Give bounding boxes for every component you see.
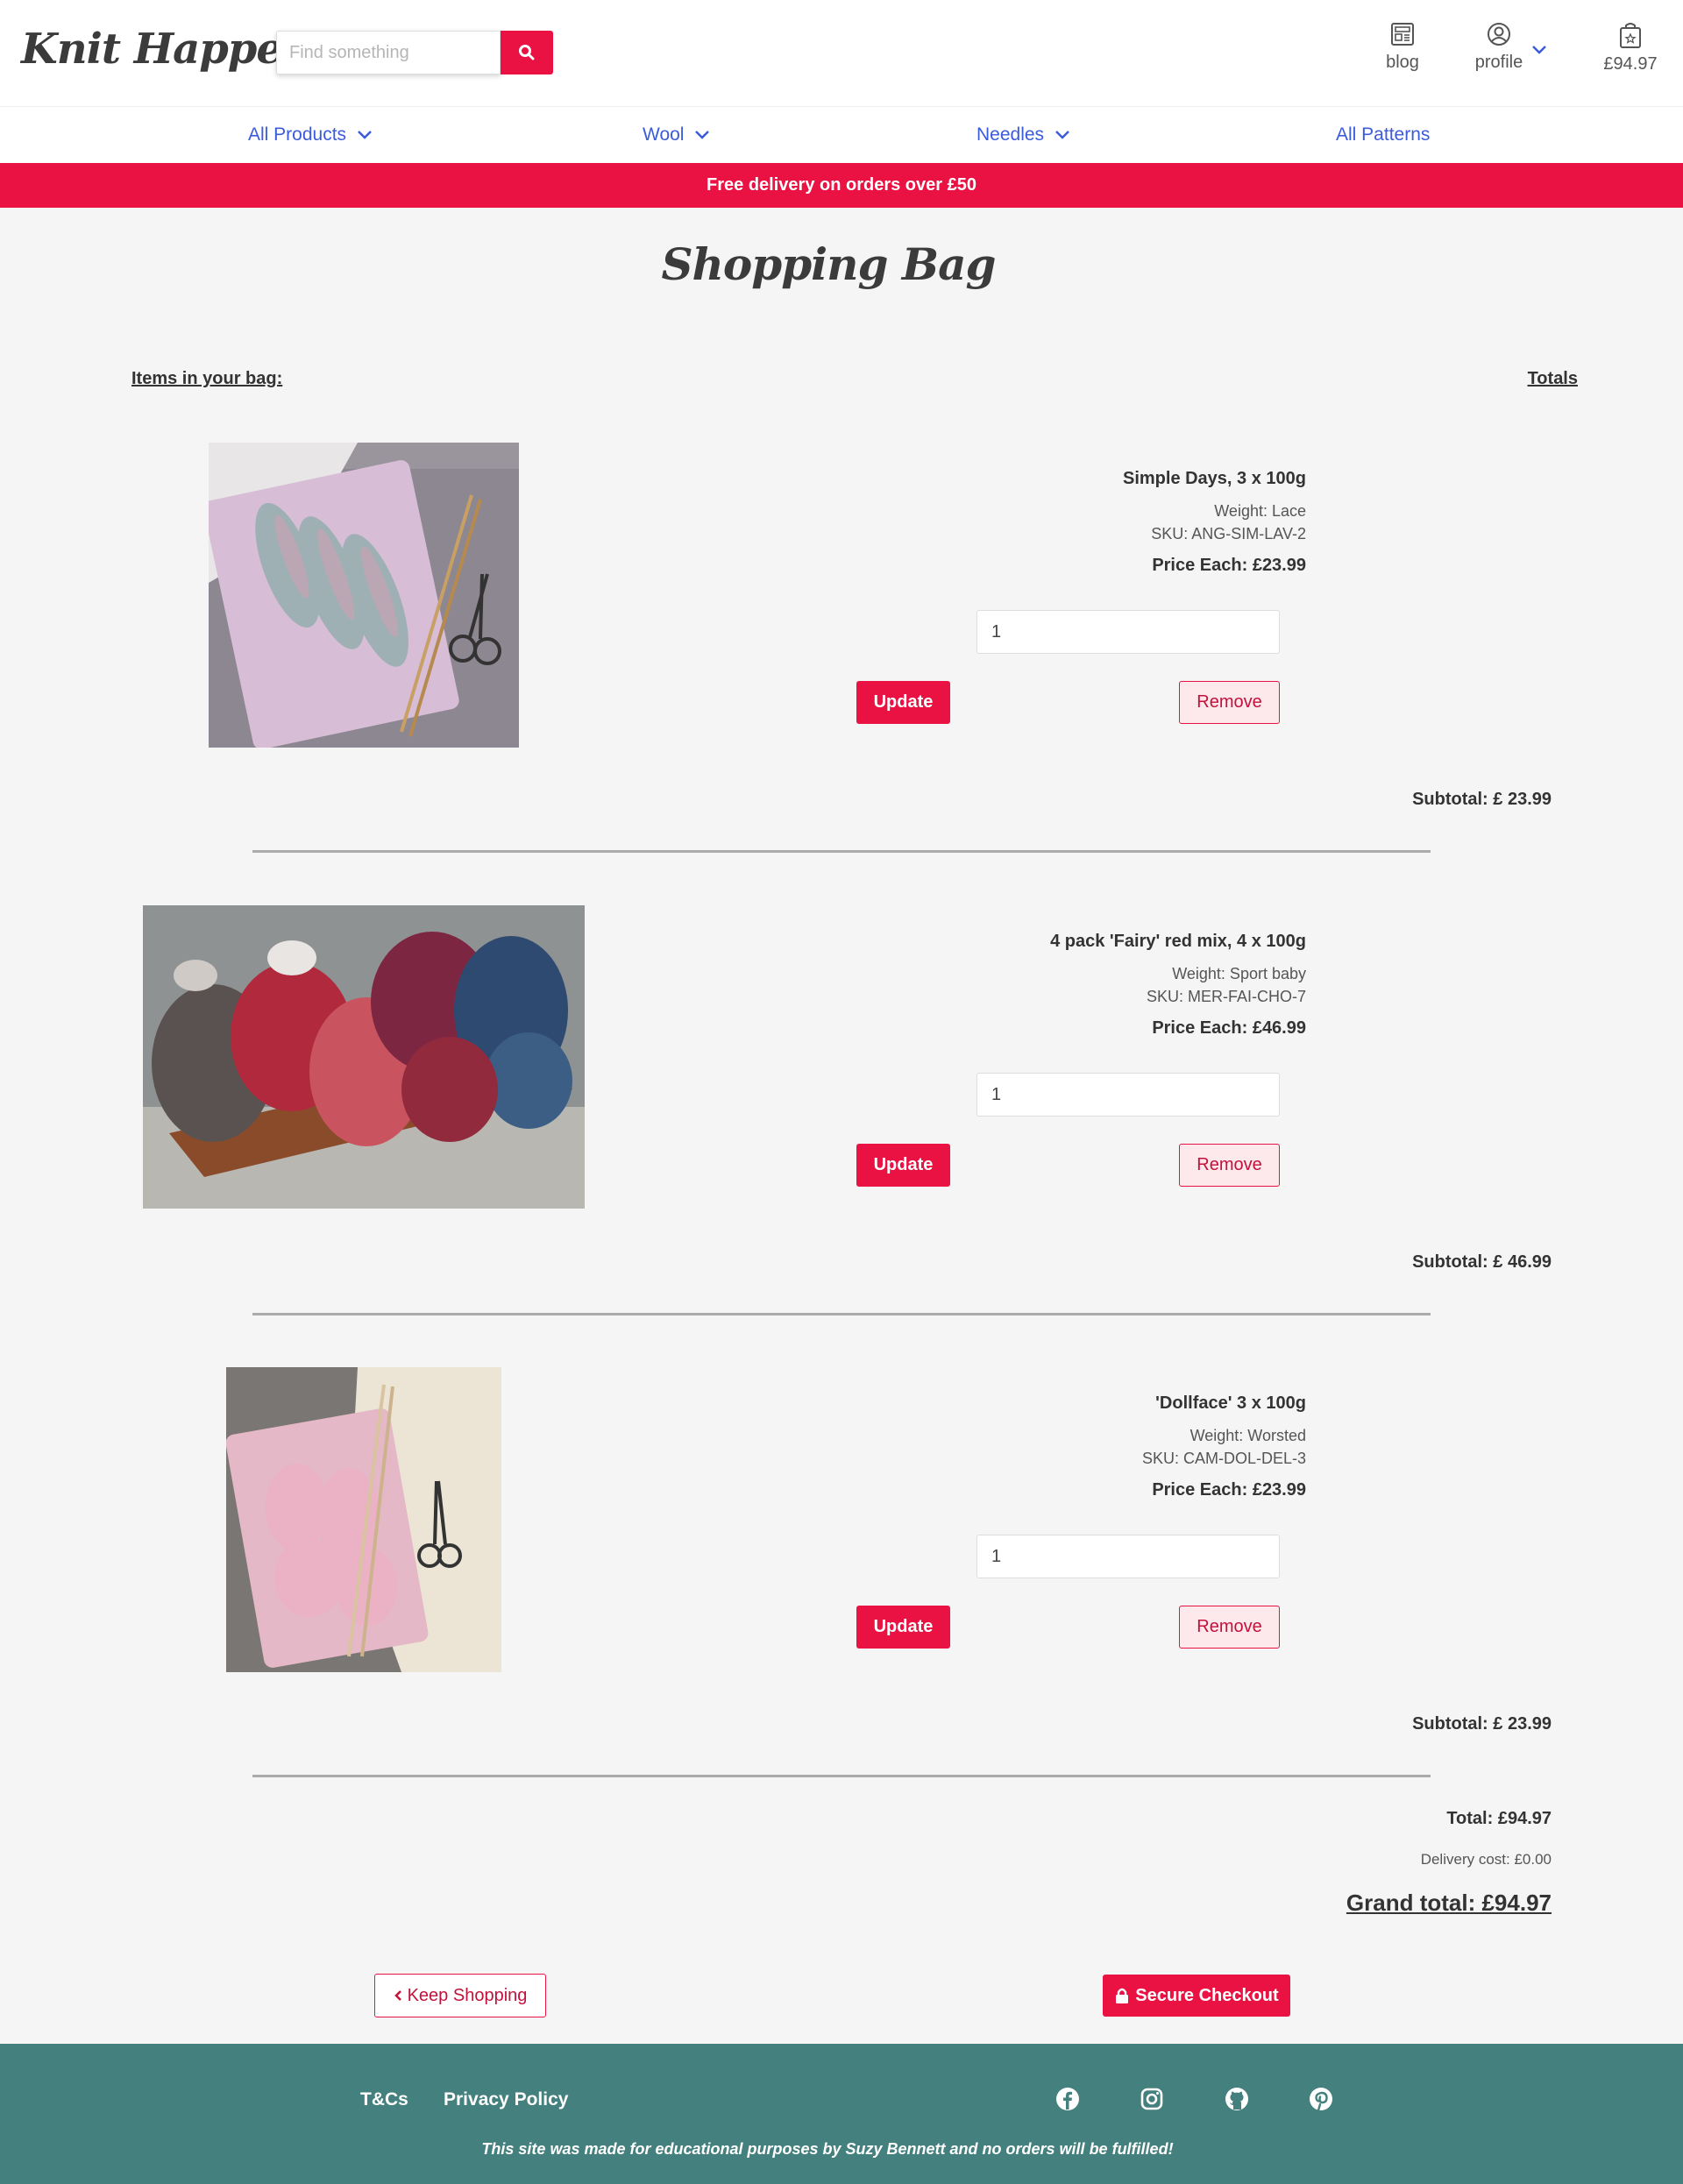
keep-shopping-label: Keep Shopping <box>407 1985 528 2005</box>
product-info: 'Dollface' 3 x 100g Weight: Worsted SKU:… <box>780 1393 1306 1500</box>
chevron-down-icon <box>1055 131 1069 139</box>
privacy-link[interactable]: Privacy Policy <box>444 2089 568 2110</box>
search-icon <box>519 45 535 60</box>
keep-shopping-button[interactable]: Keep Shopping <box>374 1974 546 2017</box>
site-header: Knit Happens blog profile <box>0 0 1683 107</box>
product-weight: Weight: Worsted <box>1189 1427 1306 1444</box>
product-weight: Weight: Lace <box>1214 502 1306 520</box>
item-divider <box>252 1313 1431 1315</box>
newspaper-icon <box>1391 23 1414 46</box>
nav-all-patterns[interactable]: All Patterns <box>1336 124 1430 145</box>
user-circle-icon <box>1488 23 1510 46</box>
product-info: Simple Days, 3 x 100g Weight: Lace SKU: … <box>780 469 1306 576</box>
item-divider <box>252 1775 1431 1777</box>
shopping-bag-icon <box>1620 23 1641 48</box>
profile-label: profile <box>1474 53 1523 72</box>
product-name: 'Dollface' 3 x 100g <box>1155 1393 1306 1413</box>
nav-all-products[interactable]: All Products <box>248 124 373 145</box>
grand-total: Grand total: £94.97 <box>1346 1890 1552 1916</box>
delivery-banner: Free delivery on orders over £50 <box>0 163 1683 208</box>
product-name: 4 pack 'Fairy' red mix, 4 x 100g <box>1050 932 1306 951</box>
bag-item: Simple Days, 3 x 100g Weight: Lace SKU: … <box>0 443 1683 905</box>
item-subtotal: Subtotal: £ 46.99 <box>1412 1252 1552 1272</box>
lock-icon <box>1116 1988 1129 2003</box>
bag-item: 4 pack 'Fairy' red mix, 4 x 100g Weight:… <box>0 905 1683 1368</box>
remove-button[interactable]: Remove <box>1179 1606 1280 1649</box>
product-sku: SKU: MER-FAI-CHO-7 <box>1146 988 1306 1005</box>
nav-needles[interactable]: Needles <box>976 124 1070 145</box>
search-button[interactable] <box>501 31 553 74</box>
secure-checkout-label: Secure Checkout <box>1135 1985 1279 2005</box>
chevron-down-icon <box>358 131 372 139</box>
chevron-left-icon <box>394 1990 401 2001</box>
item-subtotal: Subtotal: £ 23.99 <box>1412 790 1552 809</box>
profile-link[interactable]: profile <box>1466 21 1532 73</box>
item-divider <box>252 850 1431 853</box>
product-name: Simple Days, 3 x 100g <box>1122 469 1306 488</box>
update-button[interactable]: Update <box>856 1606 950 1649</box>
product-sku: SKU: CAM-DOL-DEL-3 <box>1141 1450 1306 1467</box>
items-heading: Items in your bag: <box>131 369 283 388</box>
nav-label: All Patterns <box>1336 124 1431 145</box>
bag-item: 'Dollface' 3 x 100g Weight: Worsted SKU:… <box>0 1367 1683 1830</box>
product-sku: SKU: ANG-SIM-LAV-2 <box>1151 525 1306 542</box>
main-nav: All Products Wool Needles All Patterns <box>0 107 1683 163</box>
quantity-input[interactable]: 1 <box>976 1535 1280 1578</box>
remove-button[interactable]: Remove <box>1179 1144 1280 1187</box>
product-image <box>226 1367 501 1672</box>
bag-link[interactable]: £94.97 <box>1597 21 1664 74</box>
page-title: Shopping Bag <box>661 238 996 290</box>
product-image <box>143 905 585 1209</box>
github-icon[interactable] <box>1224 2086 1250 2112</box>
facebook-icon[interactable] <box>1055 2086 1081 2112</box>
profile-chevron-down-icon[interactable] <box>1530 44 1548 56</box>
product-price: Price Each: £23.99 <box>1152 556 1306 575</box>
search-input[interactable] <box>277 32 500 74</box>
product-weight: Weight: Sport baby <box>1172 965 1306 982</box>
product-image <box>209 443 519 748</box>
nav-label: All Products <box>248 124 347 145</box>
remove-button[interactable]: Remove <box>1179 681 1280 724</box>
site-footer: T&Cs Privacy Policy This site was made f… <box>0 2044 1683 2184</box>
secure-checkout-button[interactable]: Secure Checkout <box>1103 1975 1290 2017</box>
blog-label: blog <box>1386 53 1419 72</box>
order-total: Total: £94.97 <box>1446 1809 1552 1828</box>
delivery-cost: Delivery cost: £0.00 <box>1420 1851 1552 1868</box>
nav-label: Needles <box>976 124 1045 145</box>
item-subtotal: Subtotal: £ 23.99 <box>1412 1714 1552 1734</box>
quantity-input[interactable]: 1 <box>976 610 1280 654</box>
update-button[interactable]: Update <box>856 681 950 724</box>
pinterest-icon[interactable] <box>1308 2086 1334 2112</box>
product-price: Price Each: £46.99 <box>1152 1018 1306 1038</box>
search-box <box>276 31 501 74</box>
product-info: 4 pack 'Fairy' red mix, 4 x 100g Weight:… <box>780 932 1306 1039</box>
update-button[interactable]: Update <box>856 1144 950 1187</box>
terms-link[interactable]: T&Cs <box>360 2089 408 2110</box>
bag-total: £94.97 <box>1603 54 1658 74</box>
chevron-down-icon <box>695 131 710 139</box>
blog-link[interactable]: blog <box>1376 21 1429 73</box>
footer-disclaimer: This site was made for educational purpo… <box>481 2140 1174 2158</box>
nav-label: Wool <box>643 124 685 145</box>
quantity-input[interactable]: 1 <box>976 1073 1280 1117</box>
totals-heading: Totals <box>1527 369 1578 388</box>
nav-wool[interactable]: Wool <box>643 124 710 145</box>
instagram-icon[interactable] <box>1139 2086 1165 2112</box>
product-price: Price Each: £23.99 <box>1152 1480 1306 1500</box>
